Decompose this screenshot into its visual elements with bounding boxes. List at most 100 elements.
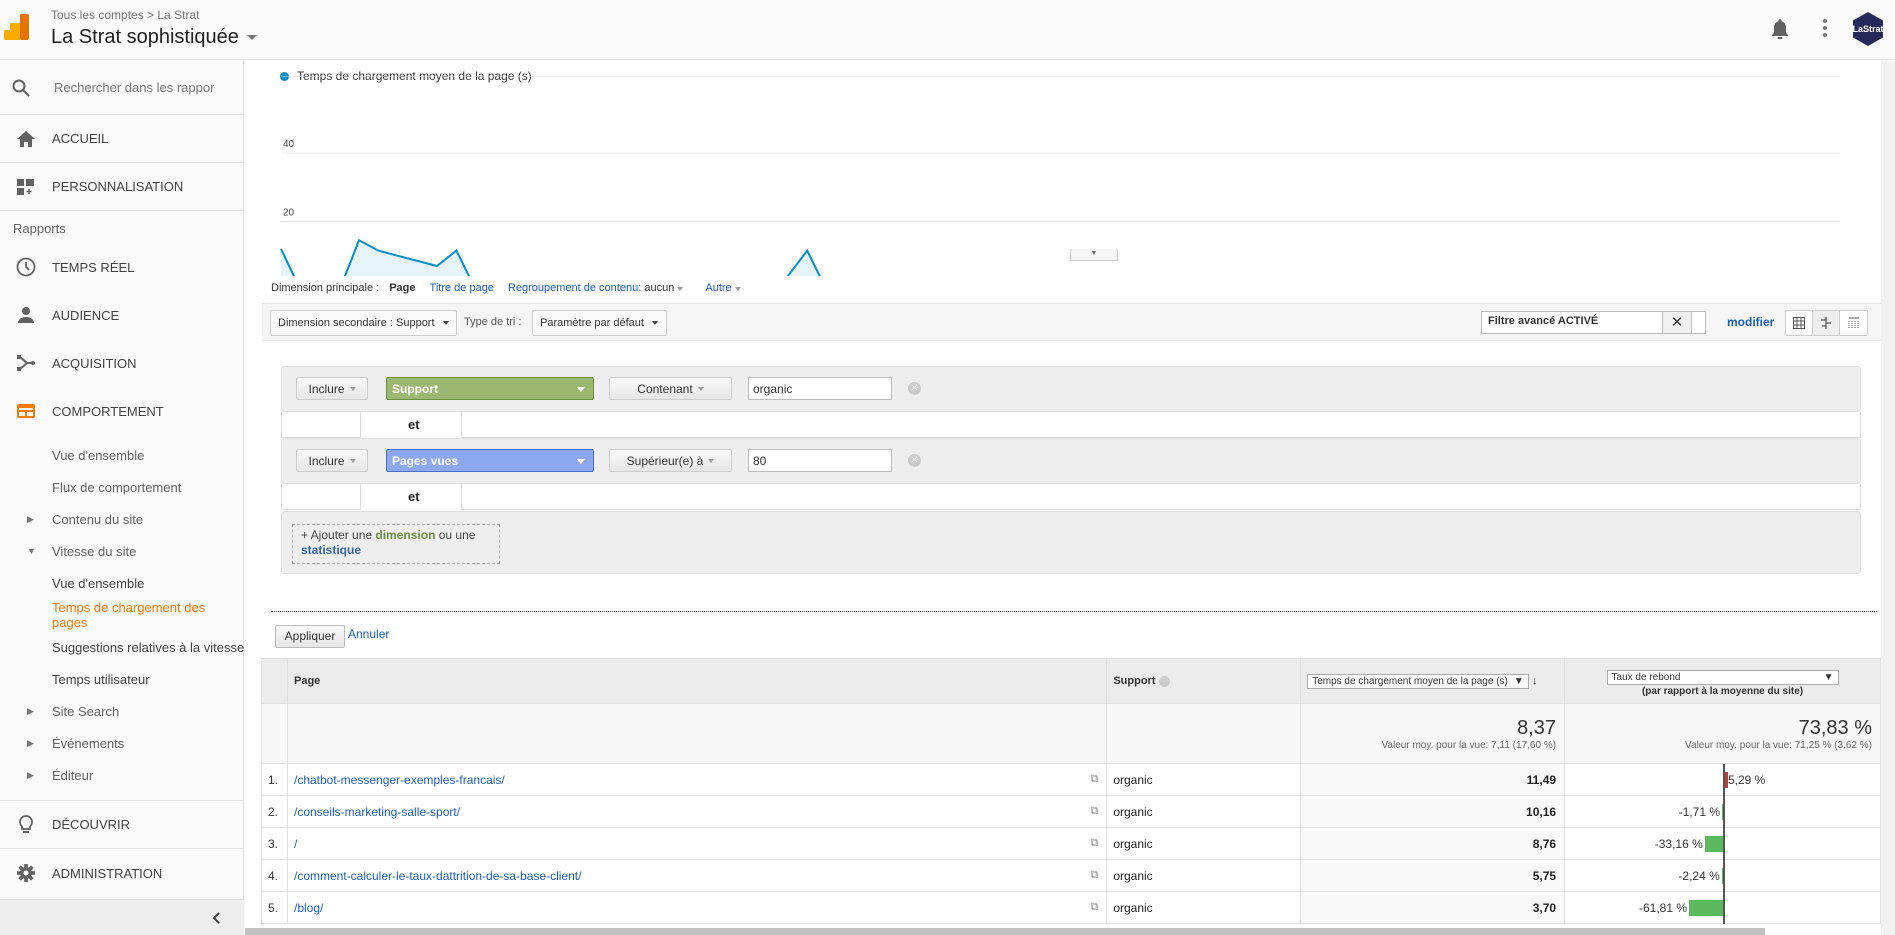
sidebar-subitem-overview[interactable]: Vue d'ensemble (0, 439, 243, 471)
header-support[interactable]: Support (1106, 658, 1302, 704)
external-link-icon[interactable]: ⧉ (1090, 773, 1098, 786)
page-link[interactable]: /chatbot-messenger-exemples-francais/ (294, 773, 505, 787)
sidebar-subitem-events[interactable]: ▶ Événements (0, 727, 243, 759)
filter-field-select[interactable]: Pages vues (386, 449, 594, 472)
breadcrumb[interactable]: Tous les comptes > La Strat (51, 8, 199, 22)
external-link-icon[interactable]: ⧉ (1090, 901, 1098, 914)
row-index: 3. (261, 827, 288, 860)
external-link-icon[interactable]: ⧉ (1090, 869, 1098, 882)
bell-icon[interactable] (1771, 18, 1789, 40)
header-page[interactable]: Page (286, 658, 1108, 704)
sidebar-subitem-site-speed[interactable]: ▼ Vitesse du site (0, 535, 243, 567)
sidebar-item-acquisition[interactable]: ACQUISITION (0, 339, 243, 387)
include-select[interactable]: Inclure (296, 449, 368, 472)
apply-button[interactable]: Appliquer (275, 625, 345, 648)
operator-select[interactable]: Contenant (609, 377, 732, 400)
metric2-select[interactable]: Taux de rebond ▼ (1606, 669, 1839, 685)
page-link[interactable]: /conseils-marketing-salle-sport/ (294, 805, 460, 819)
operator-select[interactable]: Supérieur(e) à (609, 449, 732, 472)
chevron-left-icon[interactable] (212, 912, 220, 924)
row-bounce-comparison: -33,16 % (1564, 827, 1881, 860)
avatar[interactable]: LaStrat (1853, 12, 1883, 46)
total-load-time: 8,37 (1517, 716, 1557, 739)
sort-desc-icon[interactable]: ↓ (1532, 675, 1538, 687)
comparison-value: 5,29 % (1727, 773, 1766, 787)
analytics-logo-icon[interactable] (4, 14, 30, 42)
sort-type-select[interactable]: Paramètre par défaut (532, 310, 667, 336)
table-row: 2. /conseils-marketing-salle-sport/ ⧉ org… (261, 795, 1881, 828)
view-pivot-button[interactable] (1840, 311, 1867, 335)
row-page: /chatbot-messenger-exemples-francais/ ⧉ (286, 763, 1108, 796)
add-middle: ou une (435, 528, 476, 542)
dimension-option-page-title[interactable]: Titre de page (430, 282, 494, 294)
remove-condition-icon[interactable]: ✕ (908, 382, 921, 395)
sidebar-subitem-site-search[interactable]: ▶ Site Search (0, 695, 243, 727)
comparison-axis (1723, 860, 1726, 892)
sidebar-search (0, 61, 243, 115)
sidebar-item-label: PERSONNALISATION (52, 179, 184, 194)
sidebar: ACCUEIL PERSONNALISATION Rapports TEMPS … (0, 61, 244, 935)
filter-value-input[interactable] (748, 449, 892, 472)
search-input[interactable] (54, 80, 214, 95)
sidebar-item-discover[interactable]: DÉCOUVRIR (0, 801, 243, 849)
sidebar-item-realtime[interactable]: TEMPS RÉEL (0, 243, 243, 291)
sidebar-item-label: DÉCOUVRIR (52, 817, 131, 832)
page-link[interactable]: /comment-calculer-le-taux-dattrition-de-… (294, 869, 581, 883)
comparison-value: -33,16 % (1654, 837, 1703, 851)
row-index: 4. (261, 859, 288, 892)
metric2-label: Taux de rebond (1611, 671, 1681, 683)
remove-dimension-icon[interactable] (1158, 675, 1170, 687)
row-bounce-comparison: -1,71 % (1564, 795, 1881, 828)
sidebar-item-behavior[interactable]: COMPORTEMENT (0, 387, 243, 435)
table-toolbar: Dimension secondaire : Support Type de t… (262, 303, 1881, 341)
comparison-bar (1689, 900, 1724, 916)
header-index (261, 658, 288, 704)
filter-field-select[interactable]: Support (386, 377, 594, 400)
header-bounce-rate[interactable]: Taux de rebond ▼ (par rapport à la moyenn… (1564, 658, 1881, 704)
home-icon (17, 130, 35, 147)
sidebar-item-admin[interactable]: ADMINISTRATION (0, 849, 243, 897)
header-load-time[interactable]: Temps de chargement moyen de la page (s)… (1300, 658, 1566, 704)
sidebar-item-home[interactable]: ACCUEIL (0, 115, 243, 163)
add-prefix: + Ajouter une (301, 528, 376, 542)
page-link[interactable]: / (294, 837, 297, 851)
sidebar-collapse-bar[interactable] (0, 899, 244, 935)
sidebar-subitem-publisher[interactable]: ▶ Éditeur (0, 759, 243, 791)
page-link[interactable]: /blog/ (294, 901, 323, 915)
external-link-icon[interactable]: ⧉ (1090, 805, 1098, 818)
sidebar-subitem-speed-overview[interactable]: Vue d'ensemble (0, 567, 243, 599)
horizontal-scrollbar[interactable] (245, 928, 1765, 935)
filter-condition-2: Inclure Pages vues Supérieur(e) à ✕ (281, 438, 1861, 484)
line-chart[interactable]: 20408 févr.15 févr.22 févr.1 mars8 mars1… (245, 76, 1845, 276)
gear-icon (17, 864, 35, 882)
metric1-select[interactable]: Temps de chargement moyen de la page (s)… (1307, 673, 1529, 689)
sidebar-subitem-page-timings[interactable]: Temps de chargement des pages (0, 599, 243, 631)
sidebar-subitem-speed-suggestions[interactable]: Suggestions relatives à la vitesse (0, 631, 244, 663)
add-condition-button[interactable]: + Ajouter une dimension ou une statistiq… (292, 524, 500, 564)
vertical-scrollbar[interactable] (1881, 61, 1895, 935)
chart-expand-toggle[interactable]: ▼ (1070, 249, 1118, 261)
operator-label: Contenant (637, 381, 693, 396)
view-table-button[interactable] (1786, 311, 1813, 335)
include-select[interactable]: Inclure (296, 377, 368, 400)
modify-filter-link[interactable]: modifier (1727, 315, 1774, 329)
sidebar-subitem-user-timings[interactable]: Temps utilisateur (0, 663, 243, 695)
comparison-bar (1704, 836, 1724, 852)
more-vert-icon[interactable] (1822, 18, 1828, 38)
filter-value-input[interactable] (748, 377, 892, 400)
secondary-dimension-select[interactable]: Dimension secondaire : Support (270, 310, 457, 336)
y-tick-label: 20 (283, 208, 295, 219)
sidebar-item-audience[interactable]: AUDIENCE (0, 291, 243, 339)
operator-label: Supérieur(e) à (626, 453, 704, 468)
view-comparison-button[interactable] (1813, 311, 1840, 335)
remove-condition-icon[interactable]: ✕ (908, 454, 921, 467)
account-selector[interactable]: La Strat sophistiquée (51, 26, 257, 49)
sidebar-subitem-site-content[interactable]: ▶ Contenu du site (0, 503, 243, 535)
dimension-option-other[interactable]: Autre (705, 282, 741, 294)
clear-filter-button[interactable]: ✕ (1662, 311, 1692, 334)
dimension-option-content-grouping[interactable]: Regroupement de contenu: aucun (508, 282, 684, 294)
sidebar-item-customization[interactable]: PERSONNALISATION (0, 163, 243, 211)
cancel-link[interactable]: Annuler (348, 627, 389, 641)
sidebar-subitem-behavior-flow[interactable]: Flux de comportement (0, 471, 243, 503)
external-link-icon[interactable]: ⧉ (1090, 837, 1098, 850)
